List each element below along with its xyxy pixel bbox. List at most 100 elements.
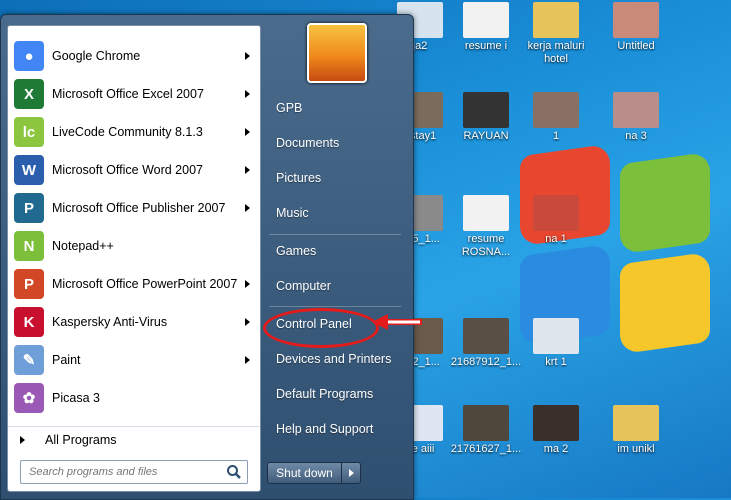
program-item[interactable]: P Microsoft Office Publisher 2007 [8,190,260,226]
desktop-icon-thumbnail [463,405,509,441]
submenu-arrow-icon[interactable] [245,204,250,212]
search-input[interactable] [27,465,225,479]
start-menu-link[interactable]: Pictures [276,167,321,189]
desktop-icon-label: kerja maluri hotel [527,40,585,65]
desktop-icon-label: na 3 [625,130,647,142]
start-menu-link[interactable]: Music [276,202,309,224]
program-name: Paint [52,353,81,367]
desktop-icon[interactable]: na 1 [516,195,596,246]
start-menu-link[interactable]: Games [276,240,316,262]
all-programs-button[interactable]: All Programs [8,426,260,453]
search-icon[interactable] [225,463,243,481]
program-name: Microsoft Office Word 2007 [52,163,203,177]
livecode-icon: lc [14,117,44,147]
desktop-icon-thumbnail [533,2,579,38]
desktop-icon[interactable]: im unikl [596,405,676,456]
desktop-icon-label: na 1 [545,233,567,245]
desktop-icon[interactable]: 21761627_1... [446,405,526,456]
excel-icon: X [14,79,44,109]
publisher-icon: P [14,193,44,223]
program-item[interactable]: ✿ Picasa 3 [8,380,260,416]
submenu-arrow-icon[interactable] [245,166,250,174]
desktop-icon[interactable]: resume ROSNA... [446,195,526,259]
program-item[interactable]: W Microsoft Office Word 2007 [8,152,260,188]
all-programs-label: All Programs [45,433,117,447]
desktop-icon[interactable]: kerja maluri hotel [516,2,596,66]
program-name: Notepad++ [52,239,114,253]
start-menu-link[interactable]: Devices and Printers [276,348,391,370]
program-name: Google Chrome [52,49,141,63]
right-pane-separator [269,306,401,307]
program-item[interactable]: K Kaspersky Anti-Virus [8,304,260,340]
start-menu-link[interactable]: Help and Support [276,418,373,440]
desktop-icon-label: 1 [552,130,560,142]
start-menu-link[interactable]: GPB [276,97,302,119]
start-menu: ● Google Chrome X Microsoft Office Excel 20… [0,14,414,500]
desktop-icon[interactable]: ma 2 [516,405,596,456]
desktop-icon-label: 21761627_1... [450,443,522,455]
desktop-icon-thumbnail [613,2,659,38]
desktop-icon-thumbnail [613,92,659,128]
desktop-icon-label: krt 1 [545,356,567,368]
shutdown-label: Shut down [268,463,342,483]
red-pointer-arrow-icon [372,314,422,330]
program-item[interactable]: lc LiveCode Community 8.1.3 [8,114,260,150]
desktop-icon-thumbnail [613,405,659,441]
start-menu-link[interactable]: Documents [276,132,339,154]
desktop-icon-thumbnail [463,318,509,354]
desktop-icon-label: resume ROSNA... [461,233,511,258]
desktop-icon-thumbnail [463,195,509,231]
desktop-icon[interactable]: Untitled [596,2,676,53]
desktop-icon-label: im unikl [617,443,655,455]
program-item[interactable]: N Notepad++ [8,228,260,264]
desktop-icon-thumbnail [533,92,579,128]
desktop-icon[interactable]: 21687912_1... [446,318,526,369]
program-item[interactable]: P Microsoft Office PowerPoint 2007 [8,266,260,302]
paint-icon: ✎ [14,345,44,375]
submenu-arrow-icon[interactable] [245,90,250,98]
control-panel-highlight-ellipse [263,308,379,348]
desktop-icon-label: RAYUAN [463,130,509,142]
submenu-arrow-icon[interactable] [245,128,250,136]
right-pane-separator [269,234,401,235]
desktop-icon[interactable]: RAYUAN [446,92,526,143]
submenu-arrow-icon[interactable] [245,280,250,288]
program-name: Microsoft Office PowerPoint 2007 [52,277,238,291]
program-item[interactable]: X Microsoft Office Excel 2007 [8,76,260,112]
desktop-icon[interactable]: 1 [516,92,596,143]
program-name: Microsoft Office Excel 2007 [52,87,204,101]
desktop-icon[interactable]: na 3 [596,92,676,143]
program-name: Kaspersky Anti-Virus [52,315,168,329]
desktop-icon-thumbnail [533,195,579,231]
program-item[interactable]: ✎ Paint [8,342,260,378]
start-menu-link[interactable]: Default Programs [276,383,373,405]
picasa-icon: ✿ [14,383,44,413]
desktop-icon-thumbnail [463,92,509,128]
submenu-arrow-icon[interactable] [245,52,250,60]
all-programs-arrow-icon [20,436,25,444]
desktop-icon-thumbnail [533,405,579,441]
start-menu-programs-pane: ● Google Chrome X Microsoft Office Excel 20… [7,25,261,492]
kaspersky-icon: K [14,307,44,337]
desktop-icon-label: resume i [464,40,508,52]
submenu-arrow-icon[interactable] [245,356,250,364]
desktop-icon-label: Untitled [617,40,655,52]
word-icon: W [14,155,44,185]
start-menu-link[interactable]: Computer [276,275,331,297]
desktop-icon-thumbnail [533,318,579,354]
program-name: LiveCode Community 8.1.3 [52,125,203,139]
program-item[interactable]: ● Google Chrome [8,38,260,74]
desktop-icon[interactable]: resume i [446,2,526,53]
shutdown-options-arrow-icon[interactable] [342,463,360,483]
shutdown-button[interactable]: Shut down [267,462,361,484]
desktop-icon-label: 21687912_1... [450,356,522,368]
program-name: Picasa 3 [52,391,100,405]
notepadpp-icon: N [14,231,44,261]
chrome-icon: ● [14,41,44,71]
start-search-box[interactable] [20,460,248,484]
desktop-icon-label: ma 2 [543,443,569,455]
desktop-icon[interactable]: krt 1 [516,318,596,369]
user-avatar[interactable] [307,23,367,83]
submenu-arrow-icon[interactable] [245,318,250,326]
powerpoint-icon: P [14,269,44,299]
